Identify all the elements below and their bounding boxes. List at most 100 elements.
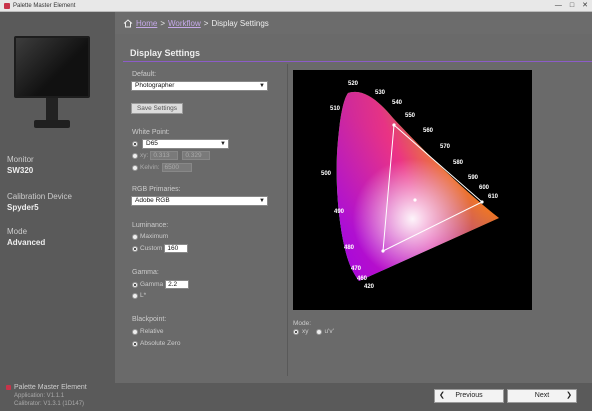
column-divider: [287, 64, 288, 376]
bp-absolute-radio[interactable]: [132, 340, 138, 347]
gamma-lstar-label: L*: [140, 292, 147, 299]
rgb-primaries-value: Adobe RGB: [135, 197, 170, 204]
main-panel: Display Settings Default: Photographer ▼…: [115, 34, 592, 383]
monitor-value: SW320: [7, 166, 34, 175]
lum-max-radio[interactable]: [132, 233, 138, 240]
bp-relative-radio[interactable]: [132, 328, 138, 335]
blackpoint-relative-row: Relative: [132, 328, 163, 335]
red-primary-point: [480, 200, 484, 204]
calibration-device-value: Spyder5: [7, 203, 39, 212]
footer-brand: Palette Master Element: [14, 384, 87, 391]
minimize-icon[interactable]: —: [555, 2, 562, 10]
previous-button-label: Previous: [455, 392, 483, 399]
white-point-select[interactable]: D65 ▼: [142, 139, 229, 149]
white-point-kelvin-row: Kelvin: 6500: [132, 163, 192, 172]
page-title: Display Settings: [130, 48, 201, 58]
next-button[interactable]: Next ❯: [507, 389, 577, 403]
gamut-svg: 520 530 540 510 550 560 570 580 590 600 …: [321, 81, 500, 290]
sidebar: Monitor SW320 Calibration Device Spyder5…: [0, 12, 115, 411]
wavelength-label: 460: [357, 276, 368, 282]
white-point-select-value: D65: [146, 140, 158, 147]
sidebar-footer: Palette Master Element Application: V1.1…: [6, 384, 87, 407]
wavelength-label: 540: [392, 100, 403, 106]
white-point-marker: [413, 198, 417, 202]
mode-uv-radio[interactable]: [315, 328, 322, 335]
mode-xy-label: xy: [302, 328, 309, 335]
bp-absolute-label: Absolute Zero: [140, 340, 181, 347]
wavelength-label: 420: [364, 284, 375, 290]
maximize-icon[interactable]: □: [570, 2, 574, 10]
calibration-device-label: Calibration Device: [7, 192, 72, 201]
breadcrumb-separator: >: [203, 18, 209, 28]
bp-relative-label: Relative: [140, 328, 164, 335]
gamma-radio[interactable]: [132, 281, 138, 288]
bottom-bar: ❮ Previous Next ❯: [115, 383, 592, 411]
mode-label: Mode: [7, 227, 28, 236]
mode-value: Advanced: [7, 238, 46, 247]
save-settings-button[interactable]: Save Settings: [131, 103, 183, 114]
wavelength-label: 590: [468, 175, 479, 181]
wavelength-label: 600: [479, 185, 490, 191]
wavelength-label: 490: [334, 209, 345, 215]
gamma-option-label: Gamma: [140, 281, 164, 288]
lum-custom-radio[interactable]: [132, 245, 138, 252]
monitor-label: Monitor: [7, 155, 34, 164]
chevron-right-icon: ❯: [566, 392, 572, 399]
chevron-down-icon: ▼: [259, 83, 265, 89]
app-logo-icon: [4, 2, 10, 9]
home-icon[interactable]: [123, 18, 133, 28]
default-label: Default:: [132, 71, 157, 78]
monitor-image: [14, 36, 90, 134]
chevron-left-icon: ❮: [439, 392, 445, 399]
wavelength-label: 530: [375, 90, 386, 96]
wp-kelvin-input[interactable]: 6500: [161, 163, 192, 172]
luminance-max-row: Maximum: [132, 233, 168, 240]
default-select[interactable]: Photographer ▼: [131, 81, 268, 91]
wp-kelvin-label: Kelvin:: [140, 164, 160, 171]
chromaticity-diagram: 520 530 540 510 550 560 570 580 590 600 …: [293, 70, 532, 310]
chevron-down-icon: ▼: [259, 198, 265, 204]
wavelength-label: 560: [423, 128, 434, 134]
close-icon[interactable]: ✕: [582, 2, 588, 10]
breadcrumb: Home > Workflow > Display Settings: [115, 12, 592, 34]
wp-y-input[interactable]: 0.329: [182, 151, 211, 160]
diagram-mode-row: xy u'v': [293, 328, 334, 335]
wavelength-label: 570: [440, 144, 451, 150]
wavelength-label: 520: [348, 81, 359, 87]
lum-custom-input[interactable]: 160: [164, 244, 189, 253]
default-select-value: Photographer: [135, 82, 175, 89]
wp-xy-radio[interactable]: [132, 152, 138, 159]
white-point-xy-row: xy: 0.313 0.329: [132, 151, 211, 160]
gamma-input[interactable]: 2.2: [165, 280, 190, 289]
luminance-label: Luminance:: [132, 222, 169, 229]
wp-kelvin-radio[interactable]: [132, 164, 138, 171]
wavelength-label: 610: [488, 194, 499, 200]
chevron-down-icon: ▼: [220, 141, 226, 147]
next-button-label: Next: [534, 392, 550, 399]
window-title: Palette Master Element: [13, 2, 76, 9]
gamma-lstar-row: L*: [132, 292, 146, 299]
mode-uv-label: u'v': [324, 328, 334, 335]
green-primary-point: [392, 123, 396, 127]
blackpoint-label: Blackpoint:: [132, 316, 167, 323]
breadcrumb-separator: >: [160, 18, 166, 28]
mode-xy-radio[interactable]: [293, 328, 299, 335]
gamma-row: Gamma 2.2: [132, 280, 190, 289]
white-point-label: White Point:: [132, 129, 170, 136]
luminance-custom-row: Custom 160: [132, 244, 189, 253]
diagram-mode-label: Mode:: [293, 320, 312, 327]
wavelength-label: 550: [405, 113, 416, 119]
title-bar: Palette Master Element — □ ✕: [0, 0, 592, 12]
breadcrumb-workflow[interactable]: Workflow: [168, 19, 201, 28]
wavelength-label: 470: [351, 266, 362, 272]
spectral-locus: [336, 91, 500, 281]
wp-d65-radio[interactable]: [132, 141, 138, 147]
breadcrumb-current: Display Settings: [211, 18, 269, 28]
title-divider: [123, 61, 592, 62]
previous-button[interactable]: ❮ Previous: [434, 389, 504, 403]
wp-x-input[interactable]: 0.313: [150, 151, 179, 160]
breadcrumb-home[interactable]: Home: [136, 19, 157, 28]
wavelength-label: 500: [321, 171, 332, 177]
rgb-primaries-select[interactable]: Adobe RGB ▼: [131, 196, 268, 206]
gamma-lstar-radio[interactable]: [132, 292, 138, 299]
